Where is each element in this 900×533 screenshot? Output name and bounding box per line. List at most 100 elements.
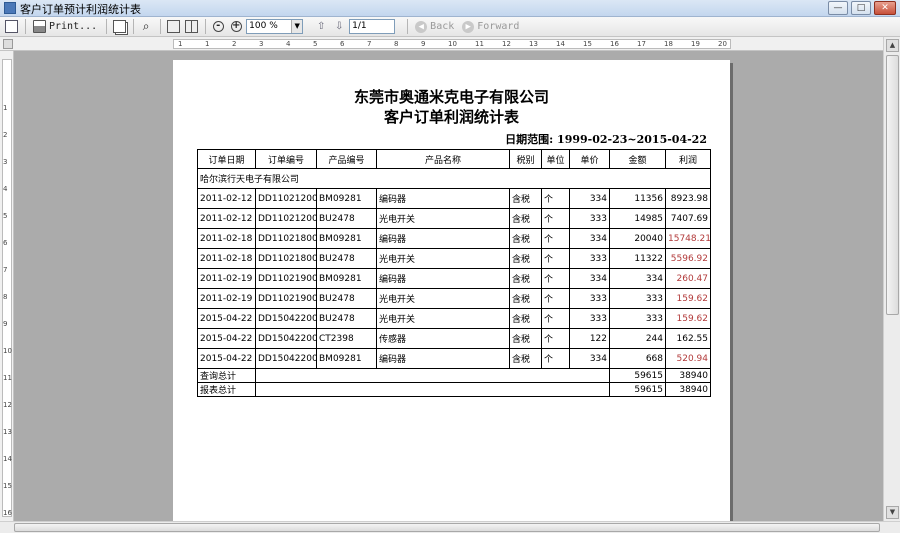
toolbar-separator: [407, 19, 409, 34]
zoom-select[interactable]: 100 % ▼: [246, 19, 304, 34]
cell-unit: 个: [541, 268, 570, 289]
table-row: 2011-02-18DD110218001BM09281编码器含税个334200…: [197, 228, 711, 249]
table-row: 2011-02-12DD110212001BU2478光电开关含税个333149…: [197, 208, 711, 229]
cell-price: 333: [569, 248, 610, 269]
cell-product: BM09281: [316, 188, 377, 209]
chevron-down-icon[interactable]: ▼: [291, 20, 303, 33]
cell-date: 2015-04-22: [197, 308, 256, 329]
scroll-up-arrow-icon[interactable]: ▲: [886, 39, 899, 52]
total-label: 报表总计: [197, 382, 256, 397]
cell-tax: 含税: [509, 188, 542, 209]
ruler-tick-label: 11: [475, 40, 484, 48]
ruler-tick-label: 14: [556, 40, 565, 48]
customer-group-row: 哈尔滨行天电子有限公司: [197, 168, 711, 189]
table-row: 2011-02-18DD110218001BU2478光电开关含税个333113…: [197, 248, 711, 269]
horizontal-ruler-scale: 1 1 2 3 4 5 6 7 8 9 10 11 12 13 14 15 16 17 18 19 20: [173, 39, 731, 49]
one-page-button[interactable]: [165, 19, 181, 35]
previous-page-button[interactable]: ⇧: [313, 19, 329, 35]
page-setup-button[interactable]: [3, 19, 19, 35]
column-header: 金额: [609, 149, 666, 169]
horizontal-scroll-thumb[interactable]: [14, 523, 880, 532]
cell-tax: 含税: [509, 348, 542, 369]
cell-amount: 11356: [609, 188, 666, 209]
two-page-icon: [184, 20, 198, 33]
toolbar-separator: [160, 19, 162, 34]
back-arrow-icon: ◀: [415, 20, 428, 33]
cell-date: 2015-04-22: [197, 348, 256, 369]
report-page: 东莞市奥通米克电子有限公司 客户订单利润统计表 日期范围: 1999-02-23…: [173, 60, 730, 521]
column-header: 单价: [569, 149, 610, 169]
ruler-tick-label: 6: [340, 40, 345, 48]
ruler-tick-label: 16: [610, 40, 619, 48]
cell-profit: 7407.69: [665, 208, 711, 229]
cell-product: BM09281: [316, 228, 377, 249]
ruler-tick-label: 2: [3, 131, 8, 139]
next-page-button[interactable]: ⇩: [331, 19, 347, 35]
cell-product: BM09281: [316, 268, 377, 289]
ruler-tick-label: 10: [3, 347, 12, 355]
cell-order: DD110218001: [255, 228, 317, 249]
close-button[interactable]: ✕: [874, 1, 896, 15]
cell-name: 光电开关: [376, 308, 510, 329]
scroll-down-arrow-icon[interactable]: ▼: [886, 506, 899, 519]
report-title: 客户订单利润统计表: [383, 108, 519, 126]
cell-order: DD110219001: [255, 288, 317, 309]
app-icon: [4, 2, 16, 14]
cell-price: 122: [569, 328, 610, 349]
company-name: 东莞市奥通米克电子有限公司: [353, 88, 549, 106]
horizontal-scrollbar[interactable]: [0, 521, 900, 533]
ruler-tick-label: 13: [3, 428, 12, 436]
preview-area[interactable]: 东莞市奥通米克电子有限公司 客户订单利润统计表 日期范围: 1999-02-23…: [15, 52, 882, 521]
cell-unit: 个: [541, 308, 570, 329]
cell-date: 2011-02-12: [197, 188, 256, 209]
back-button[interactable]: ◀ Back: [412, 19, 457, 35]
cell-date: 2011-02-18: [197, 248, 256, 269]
cell-order: DD150422001: [255, 328, 317, 349]
table-row: 2015-04-22DD150422001CT2398传感器含税个1222441…: [197, 328, 711, 349]
zoom-out-icon: -: [212, 21, 224, 32]
zoom-in-icon: +: [230, 20, 242, 32]
print-label: Print...: [49, 21, 98, 32]
total-amount: 59615: [609, 368, 666, 383]
copy-button[interactable]: [111, 19, 127, 35]
binoculars-icon: ⌕: [142, 19, 150, 33]
toolbar-separator: [106, 19, 108, 34]
report-table: 订单日期 订单编号 产品编号 产品名称 税别 单位 单价 金额 利润 哈尔滨行天…: [197, 149, 711, 397]
page-number-field[interactable]: 1/1: [349, 19, 396, 34]
zoom-out-button[interactable]: -: [210, 19, 226, 35]
forward-button[interactable]: ▶ Forward: [459, 19, 522, 35]
back-label: Back: [430, 21, 455, 32]
zoom-in-button[interactable]: +: [228, 19, 244, 35]
column-header: 产品名称: [376, 149, 510, 169]
print-button[interactable]: Print...: [30, 19, 100, 35]
cell-name: 光电开关: [376, 248, 510, 269]
table-row: 2011-02-19DD110219001BU2478光电开关含税个333333…: [197, 288, 711, 309]
cell-price: 334: [569, 228, 610, 249]
cell-profit: 5596.92: [665, 248, 711, 269]
cell-profit: 159.62: [665, 308, 711, 329]
total-label: 查询总计: [197, 368, 256, 383]
maximize-button[interactable]: □: [851, 1, 871, 15]
vertical-scroll-thumb[interactable]: [886, 55, 899, 315]
find-button[interactable]: ⌕: [138, 19, 154, 35]
vertical-ruler-scale: 1 2 3 4 5 6 7 8 9 10 11 12 13 14 15 16: [2, 59, 12, 517]
vertical-scrollbar[interactable]: ▲ ▼: [883, 37, 900, 521]
minimize-button[interactable]: —: [828, 1, 848, 15]
toolbar: Print... ⌕ - + 100 % ▼ ⇧ ⇩ 1/1 ◀ Back ▶ …: [0, 17, 900, 37]
arrow-up-icon: ⇧: [316, 21, 326, 32]
customer-name: 哈尔滨行天电子有限公司: [197, 168, 711, 189]
column-header: 订单日期: [197, 149, 256, 169]
cell-order: DD110212001: [255, 208, 317, 229]
cell-tax: 含税: [509, 228, 542, 249]
ruler-tick-label: 20: [718, 40, 727, 48]
two-page-button[interactable]: [183, 19, 199, 35]
copy-icon: [112, 20, 126, 33]
cell-profit: 520.94: [665, 348, 711, 369]
horizontal-ruler: 1 1 2 3 4 5 6 7 8 9 10 11 12 13 14 15 16 17 18 19 20: [0, 37, 900, 51]
cell-name: 光电开关: [376, 208, 510, 229]
cell-price: 333: [569, 208, 610, 229]
cell-product: BM09281: [316, 348, 377, 369]
cell-tax: 含税: [509, 248, 542, 269]
ruler-tick-label: 10: [448, 40, 457, 48]
ruler-tick-label: 8: [394, 40, 399, 48]
